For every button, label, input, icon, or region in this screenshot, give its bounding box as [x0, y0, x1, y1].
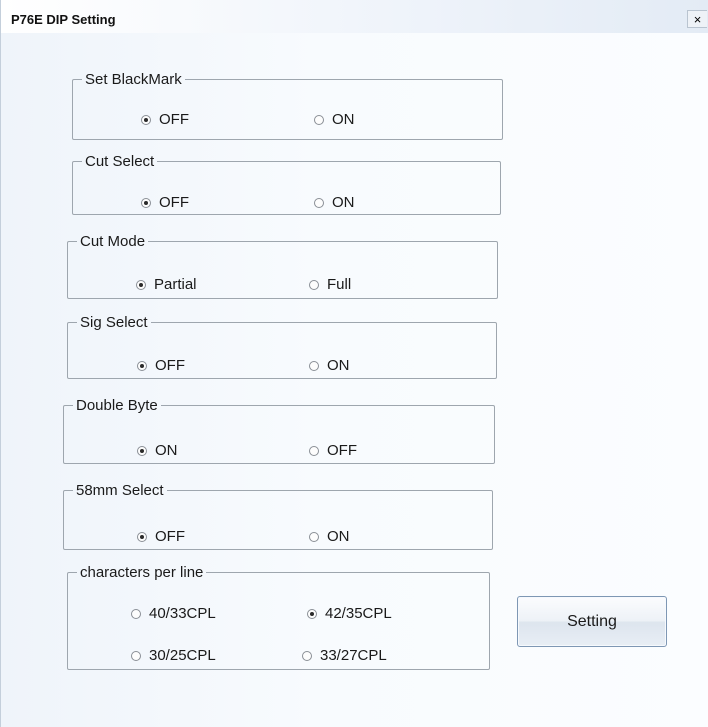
cut-mode-partial-radio[interactable]: Partial	[136, 276, 197, 293]
set-blackmark-on-radio[interactable]: ON	[314, 111, 355, 128]
characters-per-line-label: characters per line	[80, 564, 204, 581]
double-byte-on-radio[interactable]: ON	[137, 442, 178, 459]
sig-select-on-radio[interactable]: ON	[309, 357, 350, 374]
characters-per-line-group: characters per line 40/33CPL 42/35CPL 30…	[67, 564, 490, 670]
sig-select-off-radio[interactable]: OFF	[137, 357, 185, 374]
cut-mode-full-radio[interactable]: Full	[309, 276, 351, 293]
radio-button-icon[interactable]	[131, 650, 141, 661]
radio-label: OFF	[327, 442, 357, 459]
radio-button-icon[interactable]	[141, 114, 151, 125]
radio-label: ON	[155, 442, 178, 459]
radio-button-icon[interactable]	[307, 608, 317, 619]
radio-label: Full	[327, 276, 352, 293]
cut-select-on-radio[interactable]: ON	[314, 194, 355, 211]
double-byte-label: Double Byte	[76, 397, 158, 414]
radio-button-icon[interactable]	[131, 608, 141, 619]
cpl-33-27-radio[interactable]: 33/27CPL	[302, 647, 387, 664]
double-byte-group: Double Byte ON OFF	[63, 397, 495, 464]
set-blackmark-off-radio[interactable]: OFF	[141, 111, 189, 128]
window-title: P76E DIP Setting	[11, 12, 116, 27]
radio-button-icon[interactable]	[302, 650, 312, 661]
radio-label: ON	[327, 528, 350, 545]
cut-select-off-radio[interactable]: OFF	[141, 194, 189, 211]
radio-label: OFF	[159, 194, 189, 211]
cut-mode-label: Cut Mode	[80, 233, 146, 250]
radio-button-icon[interactable]	[137, 360, 147, 371]
radio-button-icon[interactable]	[314, 114, 324, 125]
close-button[interactable]: ×	[687, 10, 707, 28]
sig-select-label: Sig Select	[80, 314, 148, 331]
radio-button-icon[interactable]	[136, 279, 146, 290]
radio-label: OFF	[155, 528, 185, 545]
cut-select-label: Cut Select	[85, 153, 155, 170]
radio-label: OFF	[155, 357, 185, 374]
radio-label: 30/25CPL	[149, 647, 216, 664]
cpl-40-33-radio[interactable]: 40/33CPL	[131, 605, 216, 622]
set-blackmark-group: Set BlackMark OFF ON	[72, 71, 503, 140]
set-blackmark-label: Set BlackMark	[85, 71, 182, 88]
58mm-select-on-radio[interactable]: ON	[309, 528, 350, 545]
radio-label: ON	[327, 357, 350, 374]
setting-button[interactable]: Setting	[517, 596, 667, 647]
58mm-select-label: 58mm Select	[76, 482, 164, 499]
radio-button-icon[interactable]	[137, 531, 147, 542]
cut-mode-group: Cut Mode Partial Full	[67, 233, 498, 299]
cut-select-group: Cut Select OFF ON	[72, 153, 501, 215]
radio-button-icon[interactable]	[314, 197, 324, 208]
radio-label: Partial	[154, 276, 197, 293]
sig-select-group: Sig Select OFF ON	[67, 314, 497, 379]
58mm-select-off-radio[interactable]: OFF	[137, 528, 185, 545]
radio-label: ON	[332, 111, 355, 128]
radio-button-icon[interactable]	[309, 531, 319, 542]
radio-button-icon[interactable]	[141, 197, 151, 208]
cpl-42-35-radio[interactable]: 42/35CPL	[307, 605, 392, 622]
radio-label: 40/33CPL	[149, 605, 216, 622]
radio-label: 33/27CPL	[320, 647, 387, 664]
radio-button-icon[interactable]	[309, 445, 319, 456]
58mm-select-group: 58mm Select OFF ON	[63, 482, 493, 550]
radio-label: OFF	[159, 111, 189, 128]
radio-label: 42/35CPL	[325, 605, 392, 622]
title-bar: P76E DIP Setting ×	[1, 0, 708, 33]
radio-button-icon[interactable]	[309, 279, 319, 290]
radio-button-icon[interactable]	[137, 445, 147, 456]
radio-button-icon[interactable]	[309, 360, 319, 371]
double-byte-off-radio[interactable]: OFF	[309, 442, 357, 459]
cpl-30-25-radio[interactable]: 30/25CPL	[131, 647, 216, 664]
dip-setting-dialog: P76E DIP Setting × Set BlackMark OFF ON …	[0, 0, 708, 727]
radio-label: ON	[332, 194, 355, 211]
